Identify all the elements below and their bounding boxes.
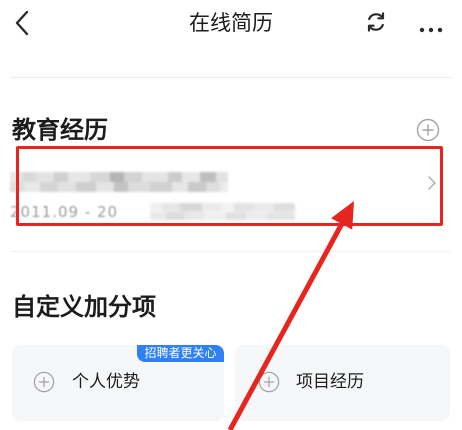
add-education-button[interactable] (416, 118, 440, 142)
add-project-experience-card[interactable]: 项目经历 (235, 345, 450, 421)
annotation-highlight-box (16, 146, 443, 226)
section-divider (10, 251, 452, 252)
refresh-button[interactable] (364, 10, 388, 34)
back-button[interactable] (10, 8, 36, 38)
more-button[interactable] (418, 19, 444, 33)
card-label-personal-advantage: 个人优势 (72, 372, 140, 392)
header-divider (10, 77, 452, 78)
education-section-title: 教育经历 (12, 116, 108, 144)
custom-section-title: 自定义加分项 (12, 293, 156, 321)
plus-circle-icon (33, 371, 55, 393)
refresh-icon (367, 12, 385, 32)
page-title: 在线简历 (189, 11, 273, 35)
more-icon (419, 27, 443, 33)
plus-circle-icon (258, 371, 280, 393)
top-bar: 在线简历 (0, 0, 462, 46)
plus-circle-icon (416, 118, 440, 142)
online-resume-screen: 在线简历 教育经历 2011.09 - 20 自定义加分项 招聘者更关心 个人优… (0, 0, 462, 430)
recruiter-interest-badge: 招聘者更关心 (137, 345, 224, 362)
add-personal-advantage-card[interactable]: 招聘者更关心 个人优势 (12, 345, 224, 421)
chevron-left-icon (15, 10, 29, 36)
card-label-project-experience: 项目经历 (296, 372, 364, 392)
